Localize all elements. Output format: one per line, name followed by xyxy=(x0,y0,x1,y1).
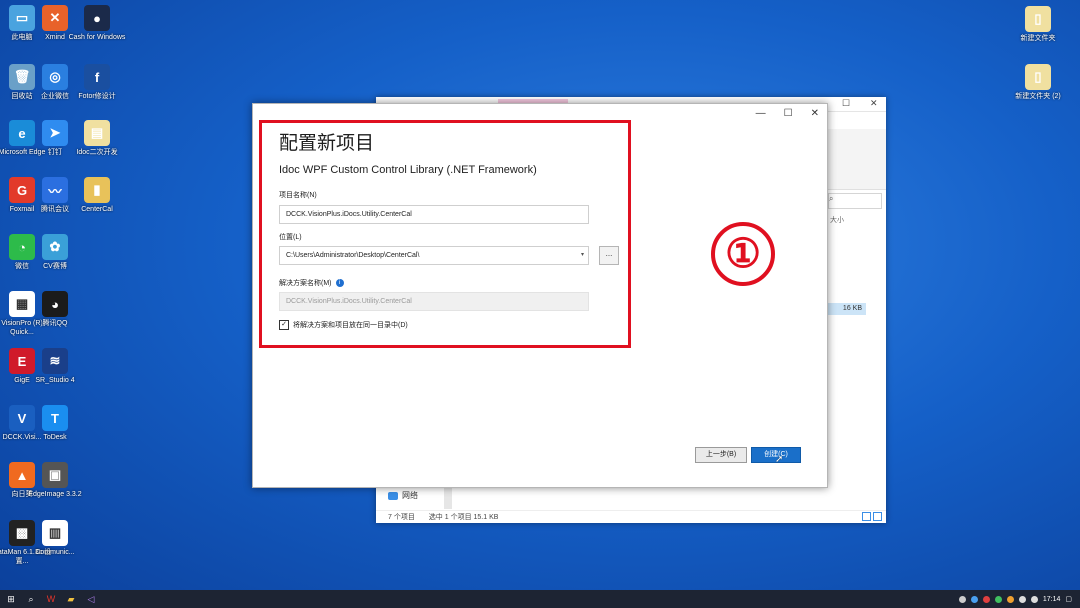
explorer-nav-network-label: 网络 xyxy=(402,491,418,500)
desktop-icon-8[interactable]: ▤ Idoc二次开发 xyxy=(67,120,127,157)
explorer-search-input[interactable]: ⌕ xyxy=(828,193,882,209)
desktop-icon-15[interactable]: ◕ 腾讯QQ xyxy=(25,291,85,328)
maximize-icon[interactable]: ☐ xyxy=(784,108,793,119)
explorer-statusbar: 7 个项目 选中 1 个项目 15.1 KB xyxy=(376,510,886,524)
app-icon: ▯ xyxy=(1025,6,1051,32)
project-name-input[interactable]: DCCK.VisionPlus.iDocs.Utility.CenterCal xyxy=(279,205,589,224)
explorer-maximize-icon[interactable]: ☐ xyxy=(842,98,850,109)
app-icon: ✕ xyxy=(42,5,68,31)
back-button[interactable]: 上一步(B) xyxy=(695,447,747,463)
desktop-icon-23[interactable]: ▥ Communic... xyxy=(25,520,85,557)
desktop-icon-label: Communic... xyxy=(35,549,75,556)
project-name-label: 项目名称(N) xyxy=(279,192,317,199)
explorer-view-toggle[interactable] xyxy=(862,512,884,521)
desktop-icon-label: 腾讯QQ xyxy=(42,320,68,327)
step-marker: ① xyxy=(711,222,775,286)
large-icons-view-icon[interactable] xyxy=(873,512,882,521)
desktop: ▭ 此电脑 ✕ Xmind ● Cash for Windows 🗑 回收站 ◎ 企业微信 f Fot… xyxy=(0,0,1080,590)
app-icon: ▤ xyxy=(84,120,110,146)
desktop-icon-25[interactable]: ▯ 新建文件夹 (2) xyxy=(1008,64,1068,101)
desktop-icon-21[interactable]: ▣ EdgeImage 3.3.2 xyxy=(25,462,85,499)
chevron-down-icon[interactable]: ▾ xyxy=(581,247,584,264)
app-icon: ✿ xyxy=(42,234,68,260)
app-icon: ◎ xyxy=(42,64,68,90)
file-explorer-icon[interactable]: ▰ xyxy=(64,592,78,606)
solution-name-input: DCCK.VisionPlus.iDocs.Utility.CenterCal xyxy=(279,292,589,311)
app-icon: ▯ xyxy=(1025,64,1051,90)
minimize-icon[interactable]: — xyxy=(756,108,766,119)
visual-studio-icon[interactable]: ◁ xyxy=(84,592,98,606)
app-icon: ◕ xyxy=(42,291,68,317)
wps-icon[interactable]: W xyxy=(44,592,58,606)
status-item-count: 7 个项目 xyxy=(388,514,415,521)
app-icon: ● xyxy=(84,5,110,31)
desktop-icon-label: CenterCal xyxy=(81,206,113,213)
tray-app3-icon[interactable] xyxy=(1006,595,1014,603)
same-directory-label: 将解决方案和项目放在同一目录中(D) xyxy=(293,322,408,329)
tray-app-icon[interactable] xyxy=(958,595,966,603)
explorer-ribbon xyxy=(828,129,886,190)
explorer-size-cell: 16 KB xyxy=(828,303,866,315)
desktop-icon-13[interactable]: ✿ CV赛博 xyxy=(25,234,85,271)
location-combobox[interactable]: C:\Users\Administrator\Desktop\CenterCal… xyxy=(279,246,589,265)
start-icon[interactable]: ⊞ xyxy=(4,592,18,606)
desktop-icon-label: 新建文件夹 (2) xyxy=(1015,93,1061,100)
notification-icon[interactable]: ▢ xyxy=(1065,595,1072,603)
app-icon: 〰 xyxy=(42,177,68,203)
solution-name-label-row: 解决方案名称(M) i xyxy=(279,278,344,288)
details-view-icon[interactable] xyxy=(862,512,871,521)
desktop-icon-label: Fotor修设计 xyxy=(78,93,116,100)
desktop-icon-label: Cash for Windows xyxy=(68,34,126,41)
close-icon[interactable]: ✕ xyxy=(811,108,819,119)
desktop-icon-label: SR_Studio 4 xyxy=(35,377,75,384)
desktop-icon-label: ToDesk xyxy=(43,434,67,441)
desktop-icon-2[interactable]: ● Cash for Windows xyxy=(67,5,127,42)
tray-app2-icon[interactable] xyxy=(982,595,990,603)
dialog-window-controls: — ☐ ✕ xyxy=(756,108,819,119)
tray-wechat-icon[interactable] xyxy=(994,595,1002,603)
app-icon: ▥ xyxy=(42,520,68,546)
taskbar-clock[interactable]: 17:14 xyxy=(1043,596,1061,603)
info-icon[interactable]: i xyxy=(335,279,344,288)
desktop-icon-label: EdgeImage 3.3.2 xyxy=(28,491,82,498)
tray-cloud-icon[interactable] xyxy=(970,595,978,603)
system-tray: 17:14 ▢ xyxy=(958,590,1072,608)
location-label: 位置(L) xyxy=(279,234,302,241)
browse-button[interactable]: ... xyxy=(599,246,619,265)
desktop-icon-11[interactable]: ▮ CenterCal xyxy=(67,177,127,214)
app-icon: ▣ xyxy=(42,462,68,488)
desktop-icon-5[interactable]: f Fotor修设计 xyxy=(67,64,127,101)
explorer-scrollbar[interactable] xyxy=(444,487,452,509)
desktop-icon-19[interactable]: T ToDesk xyxy=(25,405,85,442)
search-icon[interactable]: ⌕ xyxy=(24,592,38,606)
configure-project-dialog[interactable]: — ☐ ✕ 配置新项目 Idoc WPF Custom Control Libr… xyxy=(252,103,828,488)
location-value: C:\Users\Administrator\Desktop\CenterCal… xyxy=(286,252,420,259)
app-icon: T xyxy=(42,405,68,431)
app-icon: f xyxy=(84,64,110,90)
app-icon: ➤ xyxy=(42,120,68,146)
explorer-nav-network[interactable]: 网络 xyxy=(388,490,418,501)
explorer-column-header[interactable]: 大小 xyxy=(830,215,844,225)
tray-network-icon[interactable] xyxy=(1018,595,1026,603)
app-icon: ≋ xyxy=(42,348,68,374)
app-icon: ▮ xyxy=(84,177,110,203)
network-icon xyxy=(388,491,398,500)
same-directory-checkbox[interactable]: ✓ 将解决方案和项目放在同一目录中(D) xyxy=(279,320,408,330)
dialog-title: 配置新项目 xyxy=(279,132,375,154)
desktop-icon-17[interactable]: ≋ SR_Studio 4 xyxy=(25,348,85,385)
tray-volume-icon[interactable] xyxy=(1030,595,1038,603)
explorer-close-icon[interactable]: ✕ xyxy=(870,98,878,109)
status-selected: 选中 1 个项目 15.1 KB xyxy=(428,514,499,521)
desktop-icon-label: Idoc二次开发 xyxy=(76,149,118,156)
taskbar: ⊞ ⌕ W ▰ ◁ 17:14 ▢ xyxy=(0,590,1080,608)
solution-name-label: 解决方案名称(M) xyxy=(279,280,332,287)
desktop-icon-label: CV赛博 xyxy=(43,263,67,270)
mouse-cursor-icon: ➚ xyxy=(775,454,784,465)
desktop-icon-label: 新建文件夹 xyxy=(1020,35,1056,42)
desktop-icon-24[interactable]: ▯ 新建文件夹 xyxy=(1008,6,1068,43)
checkbox-check-icon[interactable]: ✓ xyxy=(279,320,289,330)
template-name: Idoc WPF Custom Control Library (.NET Fr… xyxy=(279,164,537,176)
